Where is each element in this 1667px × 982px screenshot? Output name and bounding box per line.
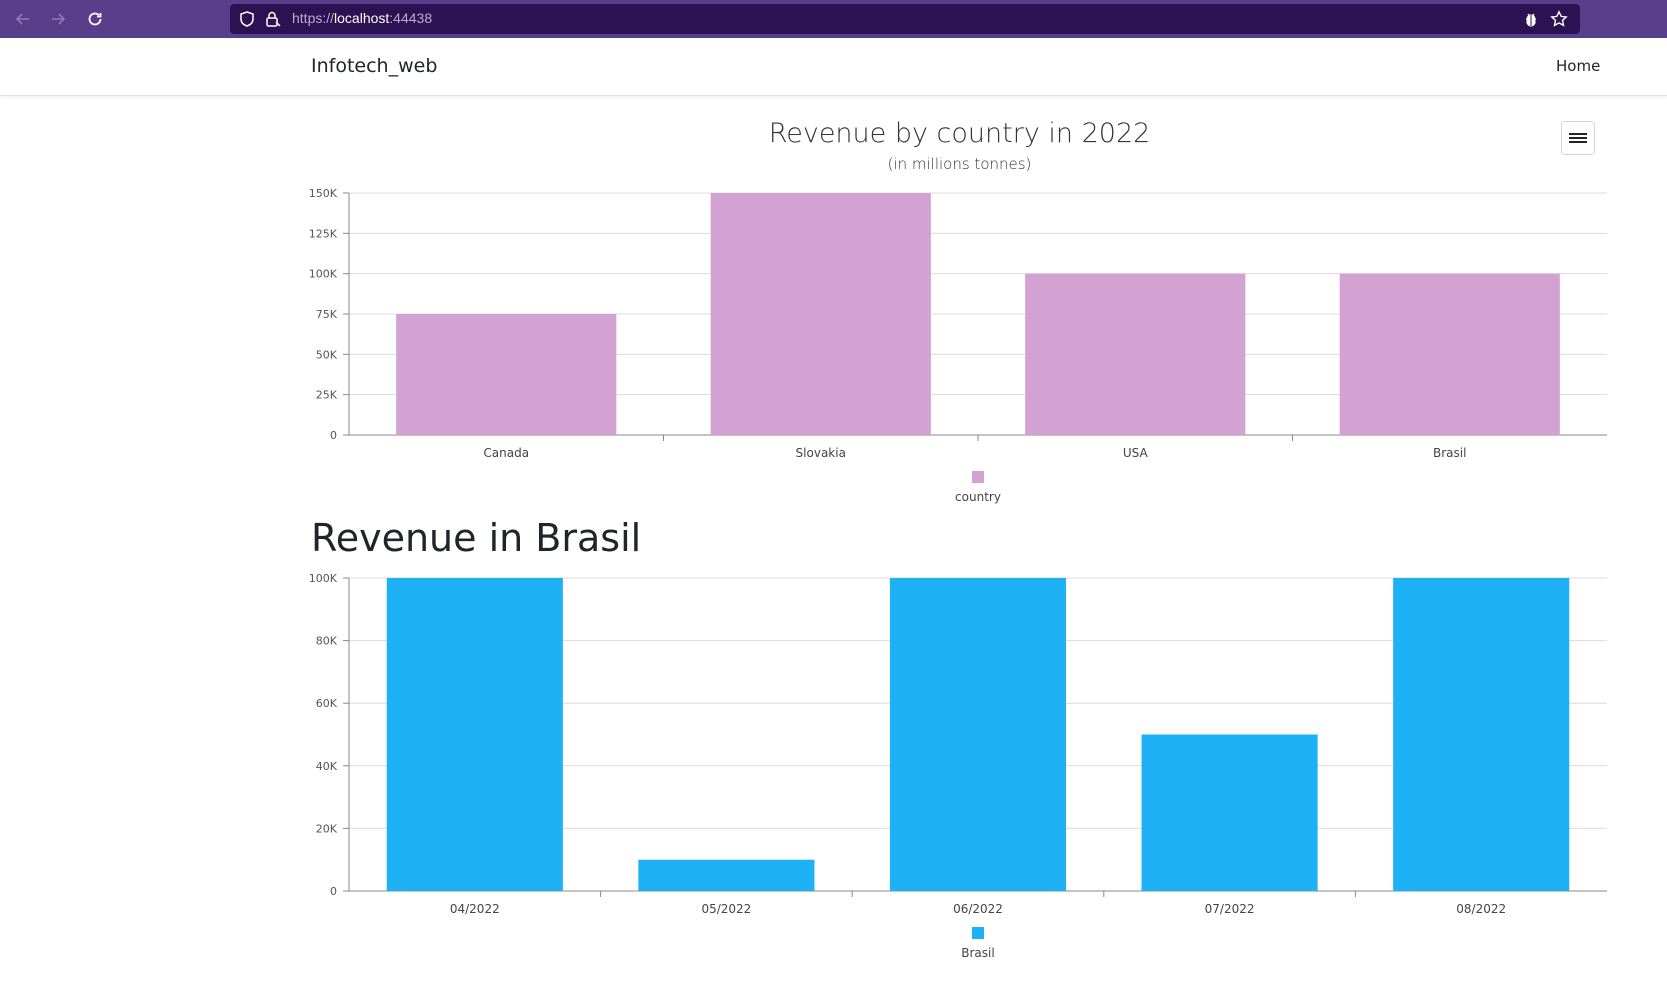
chart2-x-tick-label: 08/2022 — [1456, 902, 1506, 916]
chart2-x-tick-label: 06/2022 — [953, 902, 1003, 916]
chart2-x-tick-label: 05/2022 — [701, 902, 751, 916]
chart2-svg: 0 20K 40K 60K 80K 100K 04/2022 05/2022 06/2022 07… — [309, 572, 1607, 960]
chart2-bar — [638, 859, 815, 891]
chart2-legend-label: Brasil — [961, 946, 994, 960]
chart2-bar — [386, 578, 563, 891]
chart2-y-tick-label: 0 — [330, 885, 337, 898]
chart2-y-tick-label: 100K — [309, 572, 338, 585]
chart2-legend-swatch — [972, 927, 984, 939]
chart2-y-tick-label: 20K — [316, 822, 338, 835]
chart2-y-tick-label: 60K — [316, 697, 338, 710]
chart2-bar — [889, 578, 1067, 891]
chart2-bar — [1141, 734, 1318, 891]
chart2-x-tick-label: 07/2022 — [1205, 902, 1255, 916]
chart2-y-tick-label: 40K — [316, 760, 338, 773]
chart2-y-tick-label: 80K — [316, 635, 338, 648]
chart2-x-tick-label: 04/2022 — [450, 902, 500, 916]
chart2-bar — [1393, 578, 1570, 891]
